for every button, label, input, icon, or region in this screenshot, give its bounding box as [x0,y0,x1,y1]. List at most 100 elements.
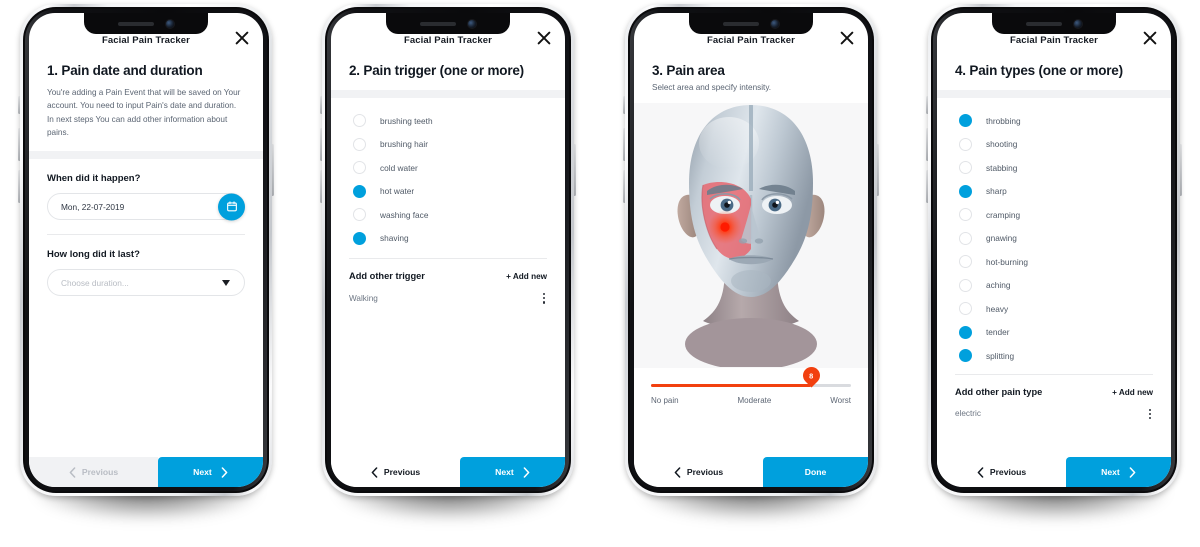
head-model-viewport[interactable] [634,102,868,368]
phone-mockup-stage: Facial Pain Tracker 1. Pain date and dur… [0,0,1200,547]
done-button[interactable]: Done [763,457,868,487]
radio-unselected-icon[interactable] [959,161,972,175]
radio-unselected-icon[interactable] [959,255,972,269]
custom-trigger-row[interactable]: Walking [331,281,565,306]
earpiece-speaker-icon [723,21,759,26]
pain-type-option-gnawing[interactable]: gnawing [937,227,1171,251]
option-label: throbbing [986,115,1021,126]
radio-unselected-icon[interactable] [959,137,972,151]
next-button[interactable]: Next [158,457,263,487]
radio-selected-icon[interactable] [959,114,972,128]
close-icon[interactable] [840,31,854,45]
radio-unselected-icon[interactable] [353,208,366,222]
chevron-right-icon [221,466,228,478]
option-label: washing face [380,209,429,220]
next-button[interactable]: Next [1066,457,1171,487]
trigger-option-brushing-teeth[interactable]: brushing teeth [331,109,565,133]
slider-fill [651,383,811,387]
radio-unselected-icon[interactable] [959,278,972,292]
close-icon[interactable] [1143,31,1157,45]
radio-unselected-icon[interactable] [353,114,366,128]
pain-type-option-shooting[interactable]: shooting [937,133,1171,157]
radio-selected-icon[interactable] [959,349,972,363]
phone-3: Facial Pain Tracker 3. Pain area Select … [623,4,879,520]
step-title: 2. Pain trigger (one or more) [349,63,524,78]
pain-type-option-throbbing[interactable]: throbbing [937,109,1171,133]
trigger-option-hot-water[interactable]: hot water [331,180,565,204]
radio-unselected-icon[interactable] [959,302,972,316]
trigger-option-list: brushing teeth brushing hair cold water hot… [331,98,565,250]
previous-button-label: Previous [989,467,1027,477]
chevron-left-icon [69,466,76,478]
close-icon[interactable] [235,31,249,45]
pain-type-option-tender[interactable]: tender [937,321,1171,345]
app-title: Facial Pain Tracker [102,34,190,46]
more-vertical-icon[interactable] [541,291,547,306]
radio-selected-icon[interactable] [959,184,972,198]
radio-unselected-icon[interactable] [353,137,366,151]
previous-button[interactable]: Previous [634,457,763,487]
caret-down-icon [222,279,230,286]
earpiece-speaker-icon [1026,21,1062,26]
chevron-right-icon [1129,466,1136,478]
trigger-option-brushing-hair[interactable]: brushing hair [331,133,565,157]
option-label: stabbing [986,162,1018,173]
intensity-slider[interactable]: 8 [634,363,868,388]
pain-type-option-sharp[interactable]: sharp [937,180,1171,204]
duration-placeholder: Choose duration... [61,277,129,288]
radio-unselected-icon[interactable] [353,161,366,175]
date-input[interactable]: Mon, 22-07-2019 [47,193,245,221]
step-subtitle: Select area and specify intensity. [652,83,772,92]
option-label: cramping [986,209,1021,220]
trigger-option-cold-water[interactable]: cold water [331,156,565,180]
pain-type-option-heavy[interactable]: heavy [937,297,1171,321]
add-new-pain-type-button[interactable]: + Add new [1112,388,1153,397]
chevron-right-icon [523,466,530,478]
notch [689,13,813,34]
radio-selected-icon[interactable] [353,184,366,198]
bottom-nav: Previous Next [937,457,1171,487]
option-label: shaving [380,233,409,244]
date-field-label: When did it happen? [47,173,141,185]
pain-type-option-list: throbbing shooting stabbing sharp cramping gn… [937,98,1171,368]
pain-type-option-stabbing[interactable]: stabbing [937,156,1171,180]
radio-unselected-icon[interactable] [959,208,972,222]
custom-trigger-label: Walking [349,293,378,303]
previous-button[interactable]: Previous [937,457,1066,487]
head-front-3d-model [677,104,825,367]
option-label: heavy [986,303,1009,314]
front-camera-icon [468,19,476,28]
trigger-option-washing-face[interactable]: washing face [331,203,565,227]
slider-value: 8 [808,370,814,380]
step-description: You're adding a Pain Event that will be … [47,88,241,137]
more-vertical-icon[interactable] [1147,407,1153,422]
previous-button-label: Previous [686,467,724,477]
previous-button[interactable]: Previous [29,457,158,487]
duration-select[interactable]: Choose duration... [47,269,245,297]
option-label: brushing hair [380,139,428,150]
next-button[interactable]: Next [460,457,565,487]
radio-selected-icon[interactable] [353,231,366,245]
radio-unselected-icon[interactable] [959,231,972,245]
calendar-icon[interactable] [218,193,245,221]
pain-type-option-splitting[interactable]: splitting [937,344,1171,368]
pain-type-option-cramping[interactable]: cramping [937,203,1171,227]
phone-1: Facial Pain Tracker 1. Pain date and dur… [18,4,274,520]
trigger-option-shaving[interactable]: shaving [331,227,565,251]
option-label: tender [986,327,1010,338]
phone-2: Facial Pain Tracker 2. Pain trigger (one… [320,4,576,520]
earpiece-speaker-icon [118,21,154,26]
previous-button[interactable]: Previous [331,457,460,487]
radio-selected-icon[interactable] [959,325,972,339]
chevron-left-icon [977,466,984,478]
pain-type-option-hot-burning[interactable]: hot-burning [937,250,1171,274]
slider-track[interactable]: 8 [651,363,851,388]
option-label: splitting [986,350,1015,361]
next-button-label: Next [193,467,212,477]
add-new-trigger-button[interactable]: + Add new [506,272,547,281]
phone-screen-4: Facial Pain Tracker 4. Pain types (one o… [937,13,1171,487]
custom-pain-type-row[interactable]: electric [937,397,1171,422]
front-camera-icon [771,19,779,28]
pain-type-option-aching[interactable]: aching [937,274,1171,298]
close-icon[interactable] [537,31,551,45]
